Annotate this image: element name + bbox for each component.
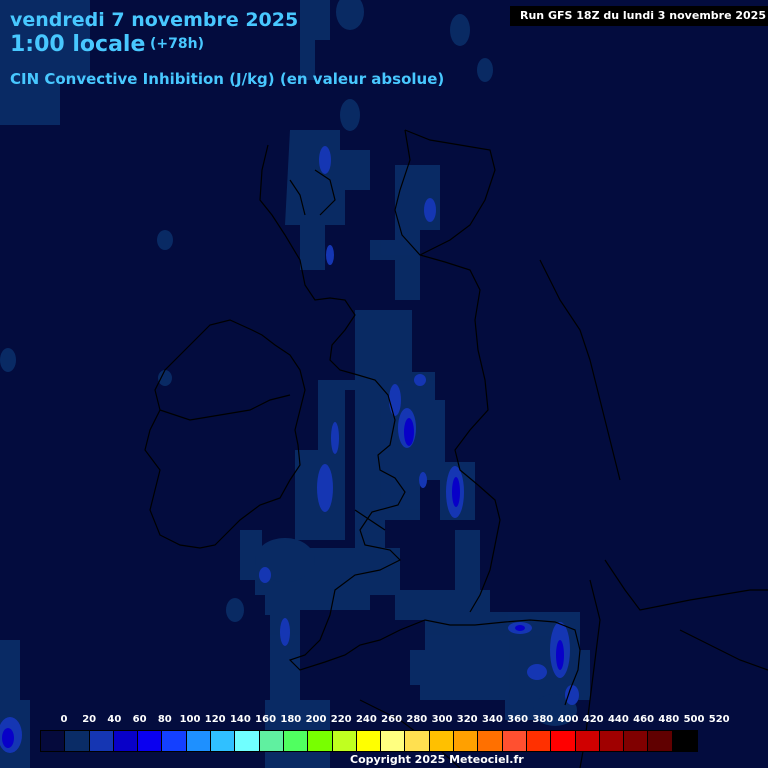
legend-label: 380 bbox=[532, 714, 554, 725]
legend-label: 400 bbox=[557, 714, 579, 725]
legend-label: 300 bbox=[431, 714, 453, 725]
legend-label: 140 bbox=[229, 714, 251, 725]
legend-label: 220 bbox=[330, 714, 352, 725]
legend-label: 120 bbox=[204, 714, 226, 725]
legend-swatch bbox=[89, 731, 114, 751]
legend-swatch bbox=[283, 731, 309, 751]
legend-swatch bbox=[308, 731, 333, 751]
legend-label: 260 bbox=[381, 714, 403, 725]
legend-swatch bbox=[186, 731, 212, 751]
legend-swatch bbox=[259, 731, 284, 751]
legend-label: 0 bbox=[60, 714, 68, 725]
legend-swatch bbox=[599, 731, 625, 751]
legend-label: 520 bbox=[708, 714, 730, 725]
legend-swatch bbox=[65, 731, 90, 751]
legend-swatch bbox=[138, 731, 163, 751]
run-info-text: Run GFS 18Z du lundi 3 novembre 2025 bbox=[520, 9, 766, 22]
forecast-time: 1:00 locale bbox=[10, 32, 146, 57]
legend-swatch bbox=[648, 731, 673, 751]
legend-label: 40 bbox=[107, 714, 122, 725]
run-info-box: Run GFS 18Z du lundi 3 novembre 2025 bbox=[510, 6, 768, 26]
legend-swatch bbox=[502, 731, 527, 751]
legend-swatch bbox=[113, 731, 139, 751]
color-legend bbox=[40, 730, 699, 752]
legend-label: 180 bbox=[280, 714, 302, 725]
legend-swatch bbox=[526, 731, 552, 751]
legend-swatch bbox=[162, 731, 187, 751]
legend-swatch bbox=[672, 731, 698, 751]
legend-swatch bbox=[332, 731, 357, 751]
legend-swatch bbox=[575, 731, 600, 751]
legend-label: 200 bbox=[305, 714, 327, 725]
legend-swatch bbox=[624, 731, 649, 751]
legend-label: 360 bbox=[507, 714, 529, 725]
legend-swatch bbox=[356, 731, 382, 751]
legend-swatch bbox=[478, 731, 503, 751]
legend-labels: 0 20 40 60 80 100 120 140 160 180 200 220 240 260 280 3… bbox=[40, 714, 730, 728]
legend-label: 80 bbox=[157, 714, 172, 725]
legend-label: 480 bbox=[658, 714, 680, 725]
legend-label: 420 bbox=[582, 714, 604, 725]
legend-label: 440 bbox=[607, 714, 629, 725]
legend-label: 320 bbox=[456, 714, 478, 725]
legend-swatch bbox=[235, 731, 260, 751]
legend-label: 20 bbox=[82, 714, 97, 725]
forecast-hour: (+78h) bbox=[150, 36, 204, 52]
legend-label: 280 bbox=[406, 714, 428, 725]
legend-label: 240 bbox=[355, 714, 377, 725]
legend-swatch bbox=[405, 731, 430, 751]
cin-map bbox=[0, 0, 768, 768]
legend-label: 340 bbox=[481, 714, 503, 725]
legend-label: 60 bbox=[132, 714, 147, 725]
legend-swatch bbox=[454, 731, 479, 751]
legend-swatch bbox=[429, 731, 455, 751]
legend-swatch bbox=[381, 731, 406, 751]
legend-label: 100 bbox=[179, 714, 201, 725]
legend-label: 160 bbox=[255, 714, 277, 725]
parameter-title: CIN Convective Inhibition (J/kg) (en val… bbox=[10, 70, 445, 88]
copyright: Copyright 2025 Meteociel.fr bbox=[350, 753, 524, 766]
forecast-date: vendredi 7 novembre 2025 bbox=[10, 9, 299, 31]
legend-label: 500 bbox=[683, 714, 705, 725]
legend-swatch bbox=[211, 731, 236, 751]
legend-swatch bbox=[41, 731, 66, 751]
legend-label: 460 bbox=[633, 714, 655, 725]
legend-swatch bbox=[551, 731, 576, 751]
